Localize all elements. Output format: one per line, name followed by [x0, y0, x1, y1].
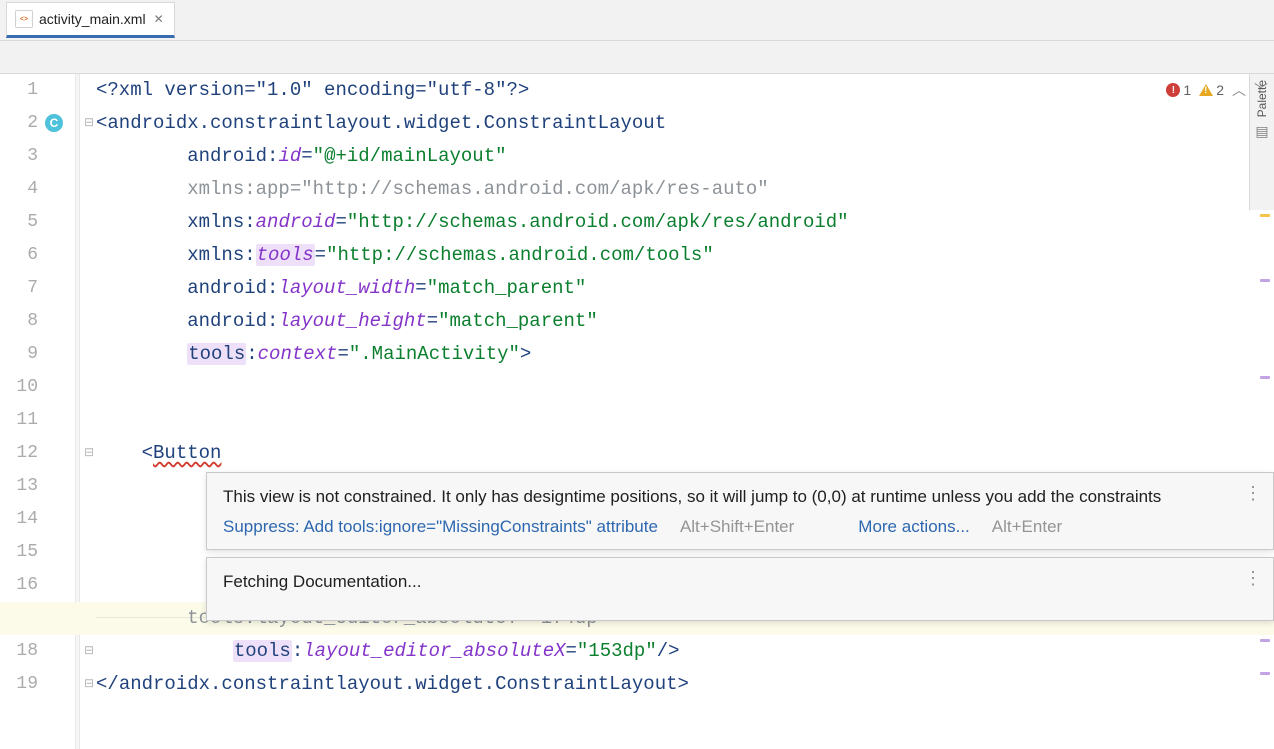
code-line-18: tools:layout_editor_absoluteX="153dp"/> [96, 635, 1238, 668]
line-number[interactable]: 5 [0, 206, 38, 239]
inspection-message: This view is not constrained. It only ha… [223, 487, 1257, 507]
tab-filename: activity_main.xml [39, 11, 146, 27]
xml-file-icon: <> [15, 10, 33, 28]
related-class-gutter-icon[interactable]: C [42, 111, 66, 135]
line-number[interactable]: 3 [0, 140, 38, 173]
suppress-link[interactable]: Suppress: Add tools:ignore="MissingConst… [223, 517, 658, 537]
line-number[interactable]: 15 [0, 536, 38, 569]
line-number[interactable]: 19 [0, 668, 38, 701]
stripe-weak-warning[interactable] [1260, 672, 1270, 675]
code-line-19: </androidx.constraintlayout.widget.Const… [96, 668, 1238, 701]
stripe-weak-warning[interactable] [1260, 279, 1270, 282]
more-actions-hotkey: Alt+Enter [992, 517, 1062, 537]
more-actions-link[interactable]: More actions... [858, 517, 970, 537]
editor-area: Palette ▤ ! 1 2 ︿ ﹀ 12345678910111213141… [0, 73, 1274, 749]
error-stripe[interactable] [1254, 74, 1274, 749]
stripe-weak-warning[interactable] [1260, 376, 1270, 379]
line-number[interactable]: 11 [0, 404, 38, 437]
fold-toggle[interactable]: ⊟ [84, 107, 94, 140]
line-number[interactable]: 7 [0, 272, 38, 305]
file-tab-activity-main[interactable]: <> activity_main.xml ✕ [6, 2, 175, 38]
line-number[interactable]: 10 [0, 371, 38, 404]
doc-status-text: Fetching Documentation... [223, 572, 1257, 592]
gutter-border [75, 74, 80, 749]
quick-doc-popup: ⋮ Fetching Documentation... [206, 557, 1274, 621]
doc-popup-more-icon[interactable]: ⋮ [1244, 568, 1263, 589]
line-number[interactable]: 8 [0, 305, 38, 338]
inspection-popup: ⋮ This view is not constrained. It only … [206, 472, 1274, 550]
line-number[interactable]: 9 [0, 338, 38, 371]
stripe-warning[interactable] [1260, 214, 1270, 217]
code-line-12: <Button [96, 437, 1238, 470]
stripe-weak-warning[interactable] [1260, 639, 1270, 642]
line-number[interactable]: 2 [0, 107, 38, 140]
fold-toggle[interactable]: ⊟ [84, 668, 94, 701]
suppress-hotkey: Alt+Shift+Enter [680, 517, 794, 537]
code-line-2: <androidx.constraintlayout.widget.Constr… [96, 107, 1238, 140]
class-icon: C [45, 114, 63, 132]
popup-more-icon[interactable]: ⋮ [1244, 483, 1263, 504]
line-number[interactable]: 4 [0, 173, 38, 206]
tab-strip: <> activity_main.xml ✕ [0, 0, 1274, 41]
line-number[interactable]: 1 [0, 74, 38, 107]
code-line-7: android:layout_width="match_parent" [96, 272, 1238, 305]
code-line-6: xmlns:tools="http://schemas.android.com/… [96, 239, 1238, 272]
line-number[interactable]: 12 [0, 437, 38, 470]
line-number[interactable]: 16 [0, 569, 38, 602]
code-line-3: android:id="@+id/mainLayout" [96, 140, 1238, 173]
code-line-5: xmlns:android="http://schemas.android.co… [96, 206, 1238, 239]
code-line-4: xmlns:app="http://schemas.android.com/ap… [96, 173, 1238, 206]
code-line-9: tools:context=".MainActivity"> [96, 338, 1238, 371]
line-number[interactable]: 14 [0, 503, 38, 536]
code-content[interactable]: <?xml version="1.0" encoding="utf-8"?> <… [96, 74, 1238, 749]
fold-toggle[interactable]: ⊟ [84, 437, 94, 470]
line-number[interactable]: 18 [0, 635, 38, 668]
close-tab-icon[interactable]: ✕ [154, 12, 164, 26]
line-number[interactable]: 6 [0, 239, 38, 272]
code-line-8: android:layout_height="match_parent" [96, 305, 1238, 338]
fold-toggle[interactable]: ⊟ [84, 635, 94, 668]
code-line-1: <?xml version="1.0" encoding="utf-8"?> [96, 79, 529, 101]
line-number[interactable]: 13 [0, 470, 38, 503]
